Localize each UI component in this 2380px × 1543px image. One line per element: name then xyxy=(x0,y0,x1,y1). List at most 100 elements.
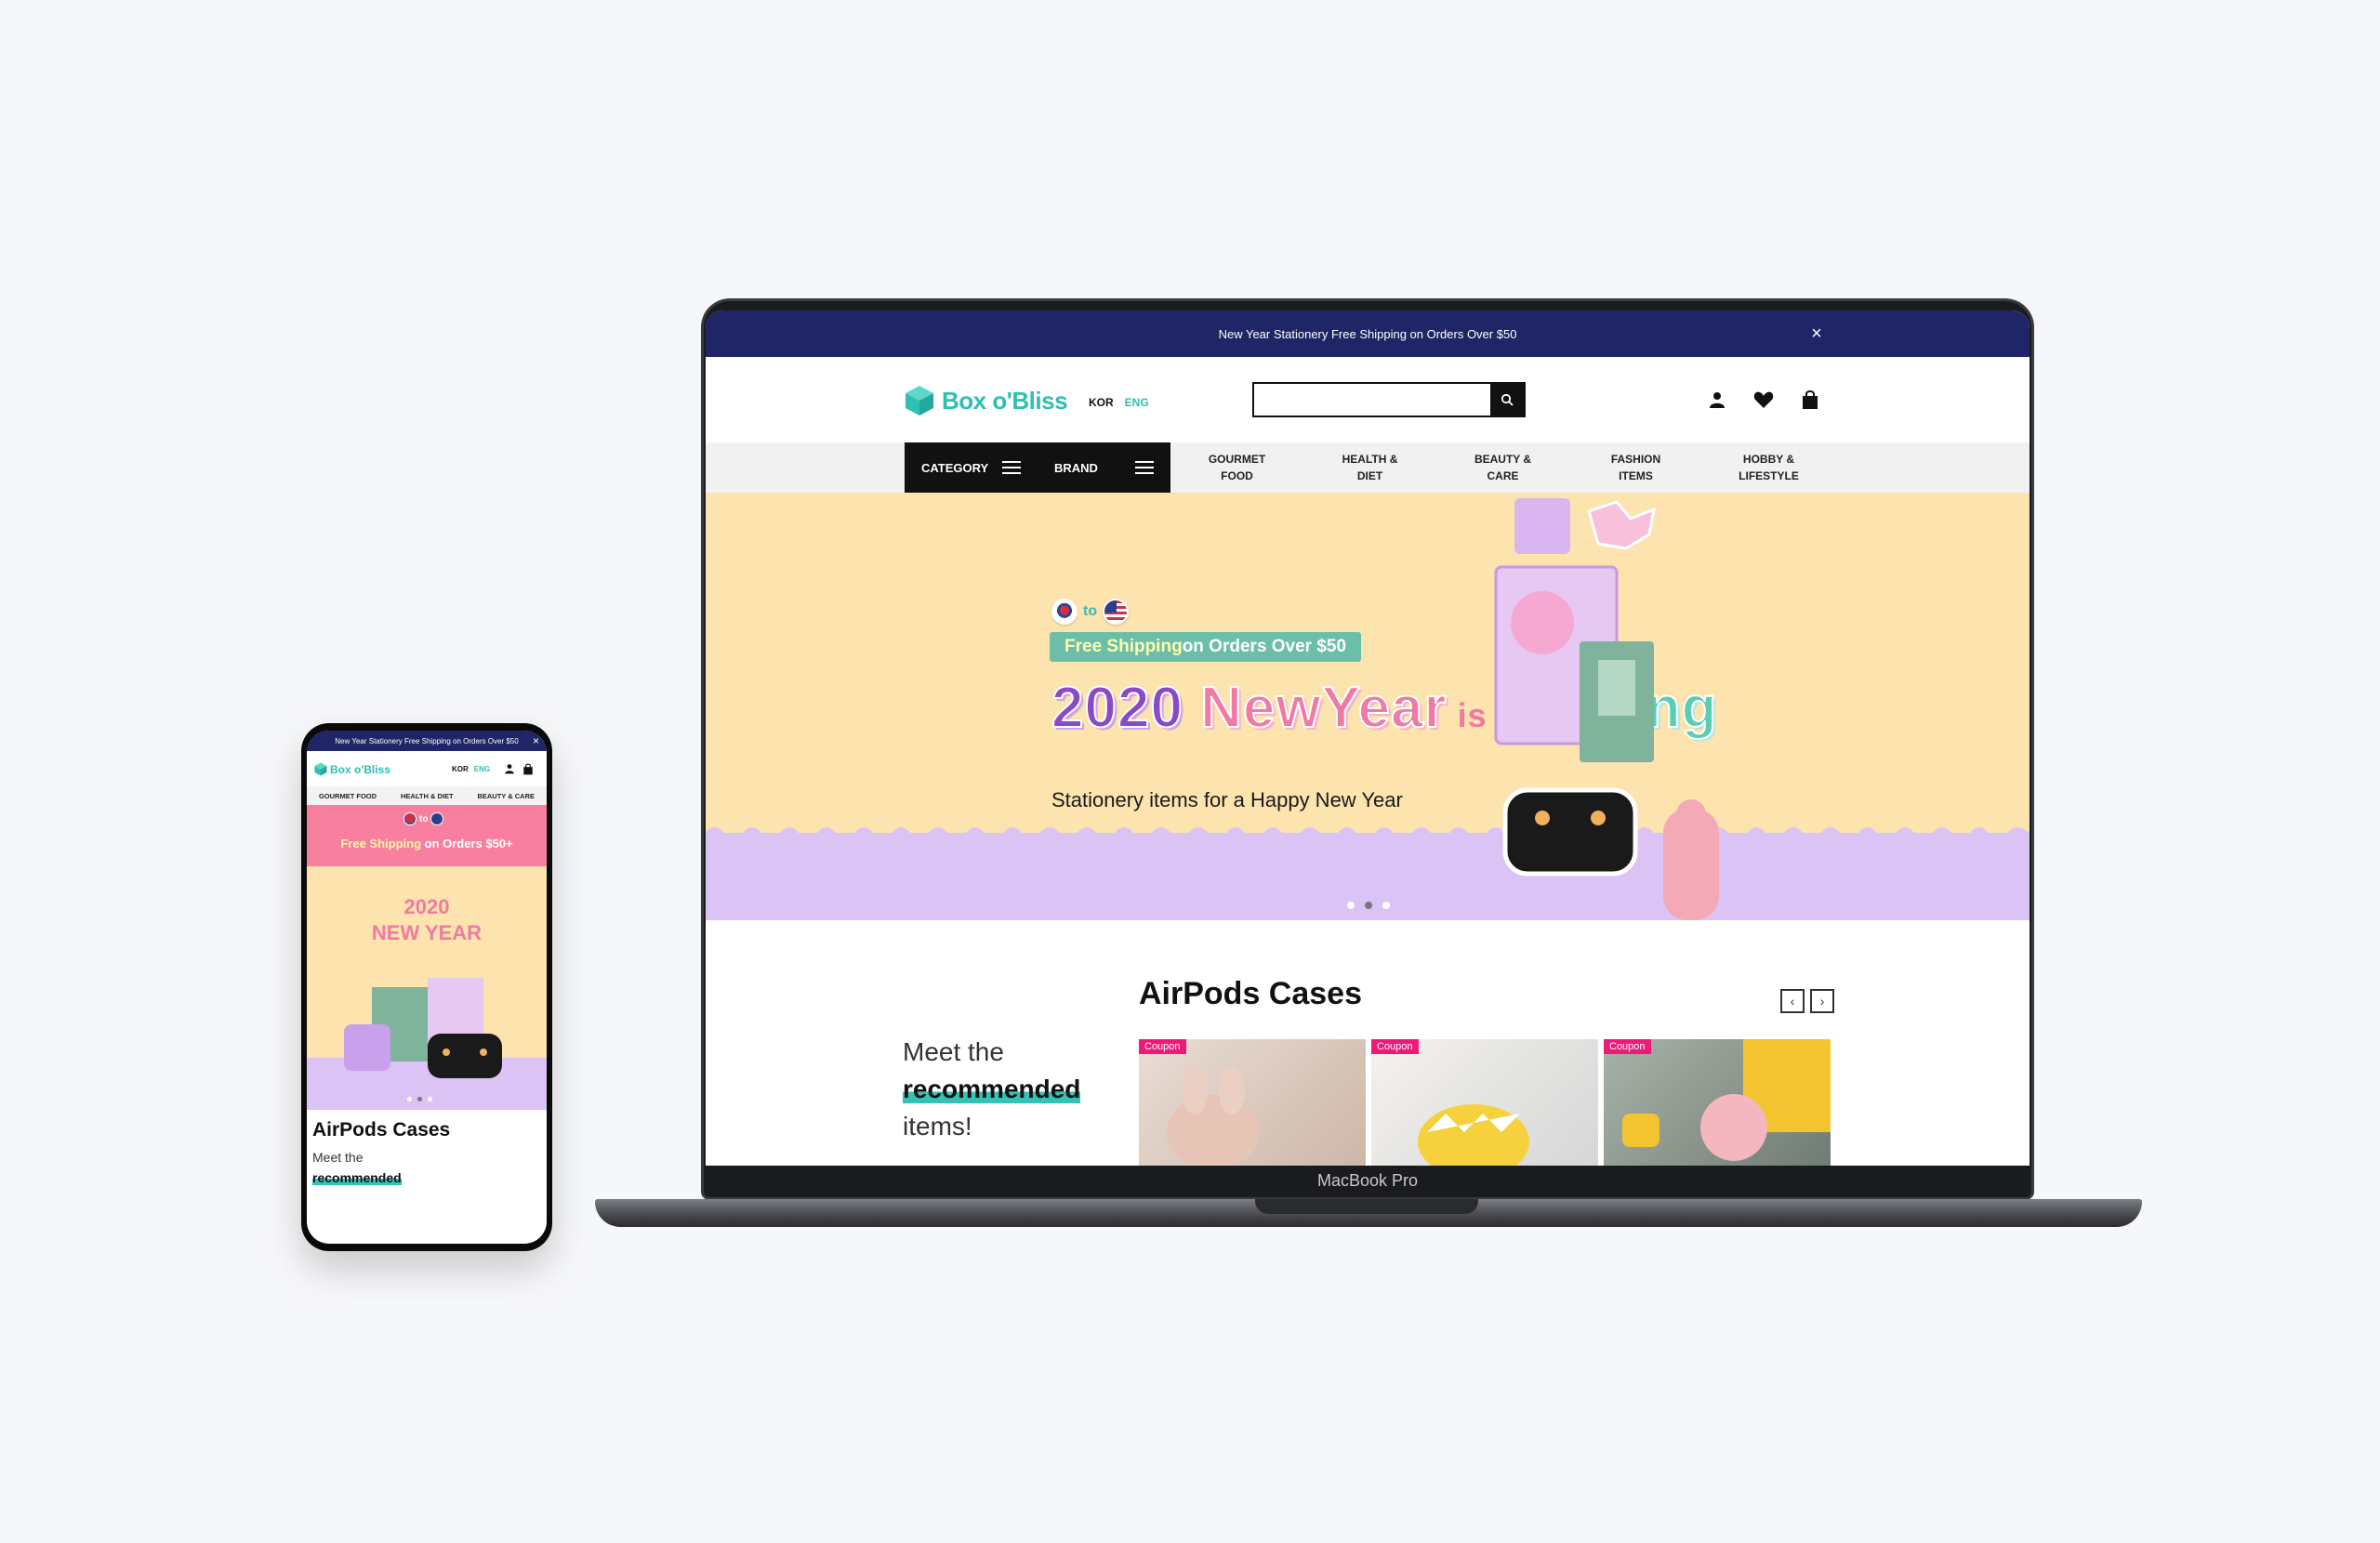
product-card[interactable]: Coupon xyxy=(1139,1039,1366,1166)
nav-item-gourmet-food[interactable]: GOURMET FOOD xyxy=(1170,442,1303,493)
mobile-hero-line-1: 2020 xyxy=(403,895,450,918)
pagination-dot[interactable] xyxy=(417,1097,422,1101)
hamburger-icon xyxy=(1002,461,1021,474)
announcement-bar: New Year Stationery Free Shipping on Ord… xyxy=(706,310,2030,357)
mobile-nav: GOURMET FOOD HEALTH & DIET BEAUTY & CARE xyxy=(307,786,547,805)
category-label: CATEGORY xyxy=(921,460,989,475)
nav-item-health-diet[interactable]: HEALTH & DIET xyxy=(1303,442,1436,493)
mobile-hero-title: 2020 NEW YEAR xyxy=(307,894,547,946)
category-menu-button[interactable]: CATEGORY xyxy=(905,442,1038,493)
prev-arrow-button[interactable]: ‹ xyxy=(1780,989,1805,1013)
title-newyear: NewYear xyxy=(1199,675,1448,741)
desktop-screen: New Year Stationery Free Shipping on Ord… xyxy=(706,310,2030,1166)
search-icon xyxy=(1501,393,1514,406)
carousel-arrows: ‹ › xyxy=(1780,989,1834,1013)
mobile-promo-rest: on Orders $50+ xyxy=(421,837,513,851)
product-image xyxy=(1418,1104,1529,1166)
flags-to-text: to xyxy=(1083,603,1098,619)
ship-rest: on Orders Over $50 xyxy=(1182,637,1347,656)
close-icon[interactable]: × xyxy=(533,734,539,747)
mobile-section-title: AirPods Cases xyxy=(312,1119,451,1141)
brand-label: BRAND xyxy=(1054,460,1098,475)
mobile-stationery-illustration xyxy=(344,978,502,1078)
stationery-illustration xyxy=(1494,498,1719,920)
mobile-meet-text: Meet the recommended xyxy=(312,1147,402,1188)
pagination-dot[interactable] xyxy=(1365,902,1372,909)
device-label: MacBook Pro xyxy=(1316,1171,1419,1190)
mobile-hero-pagination xyxy=(407,1097,432,1101)
mobile-promo-highlight: Free Shipping xyxy=(340,837,422,851)
cube-logo-icon xyxy=(314,762,327,776)
mobile-language-switcher: KOR ENG xyxy=(452,765,490,773)
search-bar xyxy=(1252,382,1526,417)
mobile-meet-line-1: Meet the xyxy=(312,1150,364,1165)
hamburger-icon xyxy=(1135,461,1154,474)
free-shipping-tag: Free Shipping on Orders Over $50 xyxy=(1050,632,1362,662)
brand-menu-button[interactable]: BRAND xyxy=(1038,442,1170,493)
hero-pagination xyxy=(1347,902,1390,909)
site-header: Box o'Bliss KOR ENG xyxy=(706,357,2030,442)
mobile-nav-gourmet-food[interactable]: GOURMET FOOD xyxy=(319,792,377,800)
mobile-nav-beauty-care[interactable]: BEAUTY & CARE xyxy=(477,792,535,800)
laptop-notch xyxy=(1255,1199,1478,1214)
mobile-promo-text: Free Shipping on Orders $50+ xyxy=(307,837,547,851)
heart-icon[interactable] xyxy=(1751,387,1777,413)
ship-highlight: Free Shipping xyxy=(1064,637,1183,656)
mobile-hero-banner[interactable]: 2020 NEW YEAR xyxy=(307,866,547,1110)
nav-item-beauty-care[interactable]: BEAUTY & CARE xyxy=(1436,442,1569,493)
meet-highlight: recommended xyxy=(903,1075,1081,1103)
coupon-badge: Coupon xyxy=(1604,1039,1651,1054)
coupon-badge: Coupon xyxy=(1139,1039,1186,1054)
pagination-dot[interactable] xyxy=(1347,902,1355,909)
announcement-text: New Year Stationery Free Shipping on Ord… xyxy=(1218,326,1517,341)
product-image xyxy=(1167,1066,1260,1166)
cube-logo-icon xyxy=(906,386,933,415)
hero-banner[interactable]: to Free Shipping on Orders Over $50 2020… xyxy=(706,493,2030,920)
mobile-logo[interactable]: Box o'Bliss xyxy=(314,762,390,776)
mobile-brand-name: Box o'Bliss xyxy=(330,762,390,776)
pagination-dot[interactable] xyxy=(407,1097,412,1101)
product-card[interactable]: Coupon xyxy=(1604,1039,1831,1166)
usa-flag-icon xyxy=(1103,599,1130,625)
next-arrow-button[interactable]: › xyxy=(1810,989,1834,1013)
close-icon[interactable]: × xyxy=(1806,323,1827,344)
title-year: 2020 xyxy=(1051,675,1201,741)
lang-eng-link[interactable]: ENG xyxy=(1125,396,1149,409)
logo[interactable]: Box o'Bliss xyxy=(905,385,1068,416)
hero-scallop-edge xyxy=(706,827,2030,846)
meet-line-1: Meet the xyxy=(903,1037,1004,1066)
mobile-announcement-text: New Year Stationery Free Shipping on Ord… xyxy=(335,736,519,745)
lang-kor-link[interactable]: KOR xyxy=(1089,396,1114,409)
shopping-bag-icon[interactable] xyxy=(522,763,534,775)
korea-flag-icon xyxy=(1051,599,1078,625)
mobile-hero-line-2: NEW YEAR xyxy=(371,921,483,944)
lang-kor-link[interactable]: KOR xyxy=(452,765,469,773)
header-icons xyxy=(1704,387,1823,413)
mobile-nav-health-diet[interactable]: HEALTH & DIET xyxy=(401,792,454,800)
mobile-announcement-bar: New Year Stationery Free Shipping on Ord… xyxy=(307,731,547,751)
pagination-dot[interactable] xyxy=(428,1097,432,1101)
meet-line-3: items! xyxy=(903,1112,972,1141)
shipping-flags: to xyxy=(1051,599,1130,625)
recommended-section: Meet the recommended items! AirPods Case… xyxy=(706,920,2030,1166)
user-icon[interactable] xyxy=(1704,387,1730,413)
mobile-promo-banner[interactable]: to Free Shipping on Orders $50+ xyxy=(307,805,547,866)
lang-eng-link[interactable]: ENG xyxy=(474,765,490,773)
mobile-header: Box o'Bliss KOR ENG xyxy=(307,751,547,786)
shopping-bag-icon[interactable] xyxy=(1797,387,1823,413)
nav-item-fashion-items[interactable]: FASHION ITEMS xyxy=(1569,442,1702,493)
coupon-badge: Coupon xyxy=(1371,1039,1419,1054)
pagination-dot[interactable] xyxy=(1382,902,1390,909)
nav-menu-buttons: CATEGORY BRAND xyxy=(905,442,1170,493)
nav-item-hobby-lifestyle[interactable]: HOBBY & LIFESTYLE xyxy=(1702,442,1835,493)
korea-flag-icon xyxy=(403,812,416,825)
usa-flag-icon xyxy=(430,812,444,825)
mobile-promo-to: to xyxy=(419,813,429,824)
nav-categories: GOURMET FOOD HEALTH & DIET BEAUTY & CARE… xyxy=(1170,442,1835,493)
user-icon[interactable] xyxy=(504,763,515,774)
main-nav: CATEGORY BRAND GOURMET FOOD HEALTH & DIE… xyxy=(706,442,2030,493)
product-card[interactable]: Coupon xyxy=(1371,1039,1598,1166)
search-button[interactable] xyxy=(1490,384,1524,415)
brand-name: Box o'Bliss xyxy=(942,386,1068,415)
search-input[interactable] xyxy=(1254,384,1490,415)
